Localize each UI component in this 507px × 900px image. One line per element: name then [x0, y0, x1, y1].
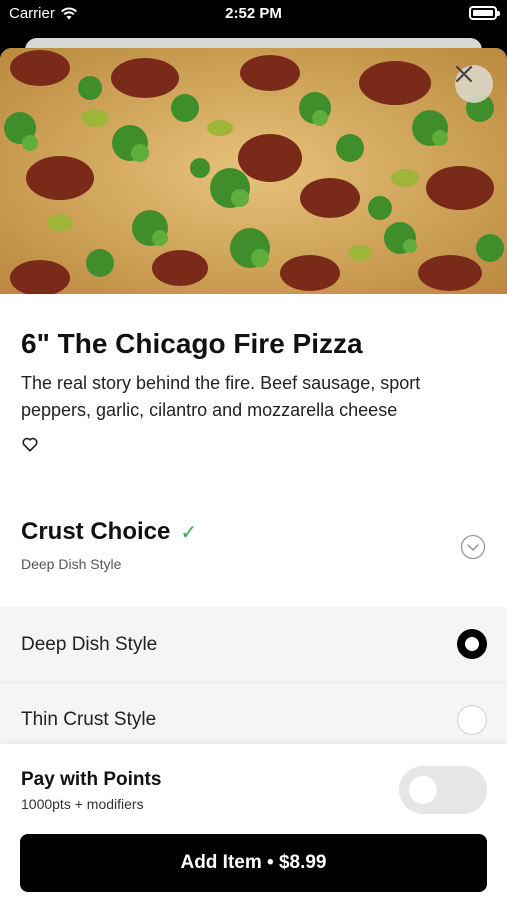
crust-section-title: Crust Choice: [21, 518, 171, 545]
close-icon: [455, 65, 473, 83]
battery-icon: [469, 6, 500, 20]
item-title: 6" The Chicago Fire Pizza: [21, 328, 363, 359]
check-icon: ✓: [180, 521, 198, 544]
pay-with-points-toggle[interactable]: [399, 766, 487, 814]
crust-section-header[interactable]: Crust Choice ✓: [21, 518, 197, 546]
crust-options-list: Deep Dish Style Thin Crust Style: [0, 607, 507, 757]
item-description: The real story behind the fire. Beef sau…: [21, 373, 421, 420]
pizza-hero-image: [0, 48, 507, 294]
radio-unselected[interactable]: [457, 705, 487, 735]
status-time: 2:52 PM: [225, 5, 282, 22]
toggle-knob: [409, 776, 437, 804]
heart-icon[interactable]: [21, 435, 39, 453]
radio-selected[interactable]: [457, 629, 487, 659]
bottom-action-bar: Pay with Points 1000pts + modifiers Add …: [0, 744, 507, 900]
add-item-button[interactable]: Add Item • $8.99: [20, 834, 487, 892]
option-label: Deep Dish Style: [21, 633, 158, 655]
points-title: Pay with Points: [21, 769, 162, 790]
option-label: Thin Crust Style: [21, 709, 157, 730]
points-subtitle: 1000pts + modifiers: [21, 796, 144, 812]
status-bar: Carrier 2:52 PM: [0, 0, 507, 28]
crust-option-deep-dish[interactable]: Deep Dish Style: [0, 607, 507, 682]
crust-selected-value: Deep Dish Style: [21, 556, 122, 572]
close-button[interactable]: [455, 65, 493, 103]
chevron-down-icon[interactable]: [460, 534, 486, 560]
